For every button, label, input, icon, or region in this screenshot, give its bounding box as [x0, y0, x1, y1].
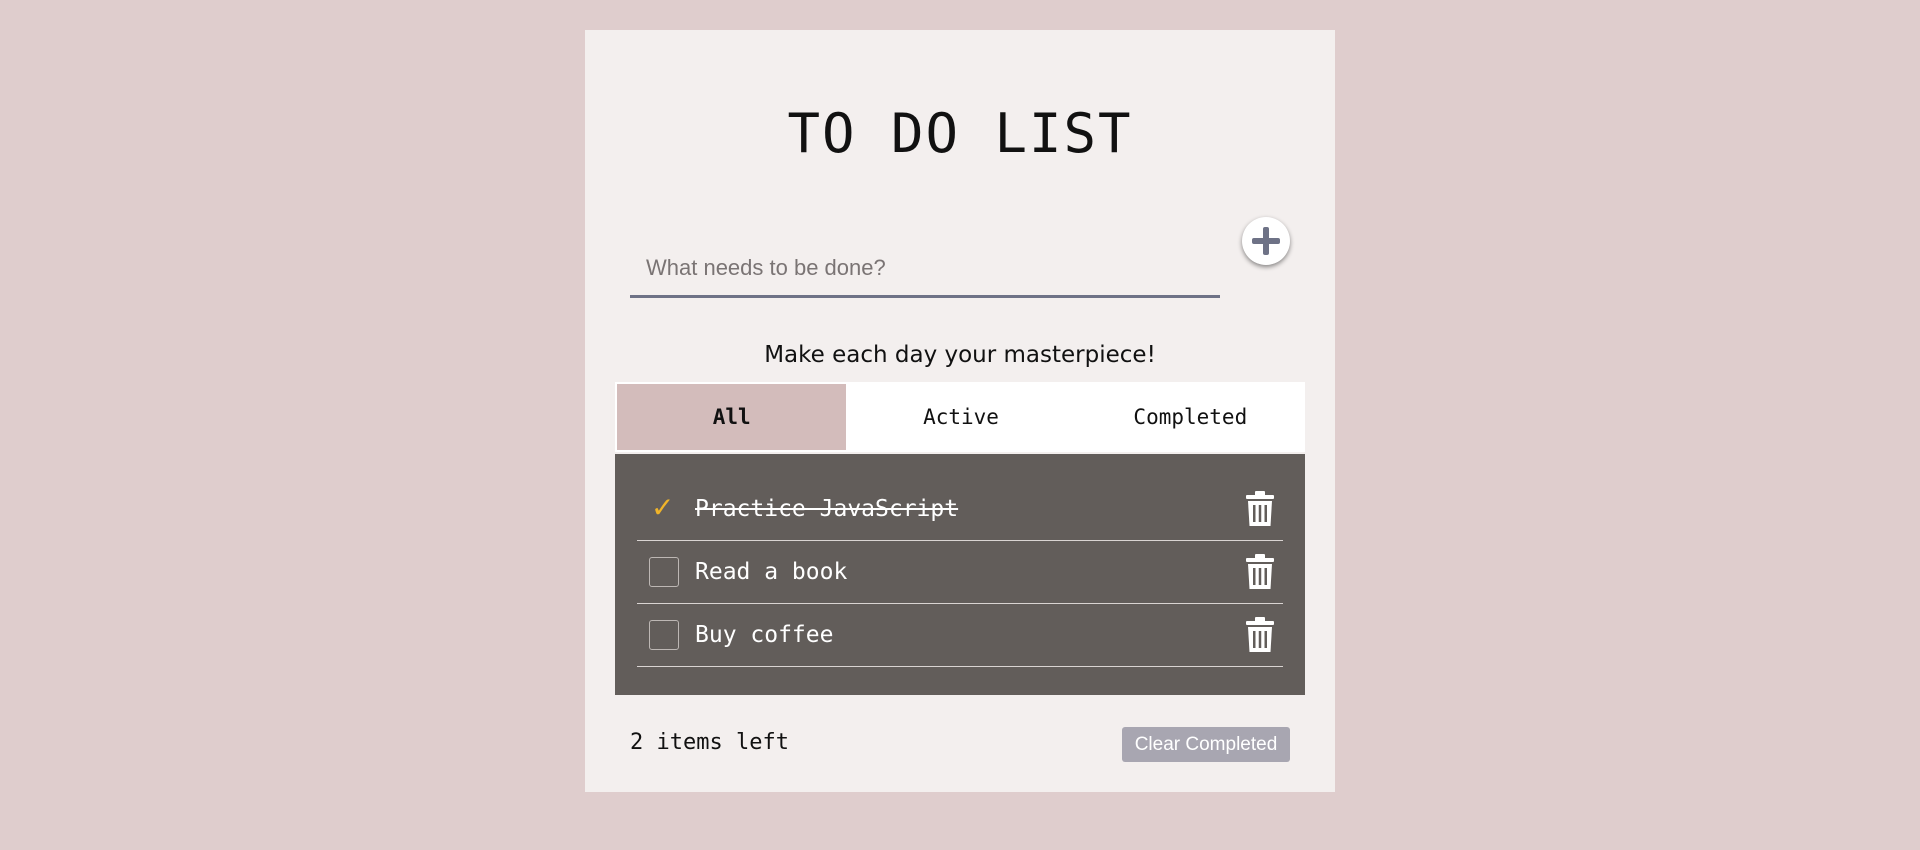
trash-icon[interactable]: [1245, 554, 1275, 590]
tab-all[interactable]: All: [617, 384, 847, 450]
todo-item-text: Read a book: [695, 559, 848, 585]
motto-text: Make each day your masterpiece!: [764, 342, 1156, 368]
clear-completed-button[interactable]: Clear Completed: [1122, 727, 1290, 762]
tab-completed[interactable]: Completed: [1076, 382, 1305, 452]
todo-item: Buy coffee: [637, 604, 1283, 667]
page-title: TO DO LIST: [787, 102, 1133, 165]
todo-list: ✓ Practice JavaScript Read a book Buy co…: [615, 454, 1305, 695]
todo-card: TO DO LIST Make each day your masterpiec…: [585, 30, 1335, 792]
filter-tabs: All Active Completed: [615, 382, 1305, 452]
trash-icon[interactable]: [1245, 617, 1275, 653]
todo-checkbox[interactable]: [649, 557, 679, 587]
todo-input-wrapper: [630, 240, 1220, 298]
items-left-count: 2 items left: [630, 730, 789, 755]
todo-input[interactable]: [630, 240, 1220, 295]
checkmark-icon[interactable]: ✓: [651, 490, 674, 523]
add-todo-button[interactable]: [1242, 217, 1290, 265]
tab-active[interactable]: Active: [846, 382, 1075, 452]
trash-icon[interactable]: [1245, 490, 1275, 527]
todo-checkbox[interactable]: [649, 620, 679, 650]
plus-icon-vertical: [1263, 227, 1269, 255]
todo-item: ✓ Practice JavaScript: [637, 477, 1283, 541]
todo-item: Read a book: [637, 541, 1283, 604]
todo-item-text: Practice JavaScript: [695, 495, 959, 522]
todo-item-text: Buy coffee: [695, 622, 834, 648]
